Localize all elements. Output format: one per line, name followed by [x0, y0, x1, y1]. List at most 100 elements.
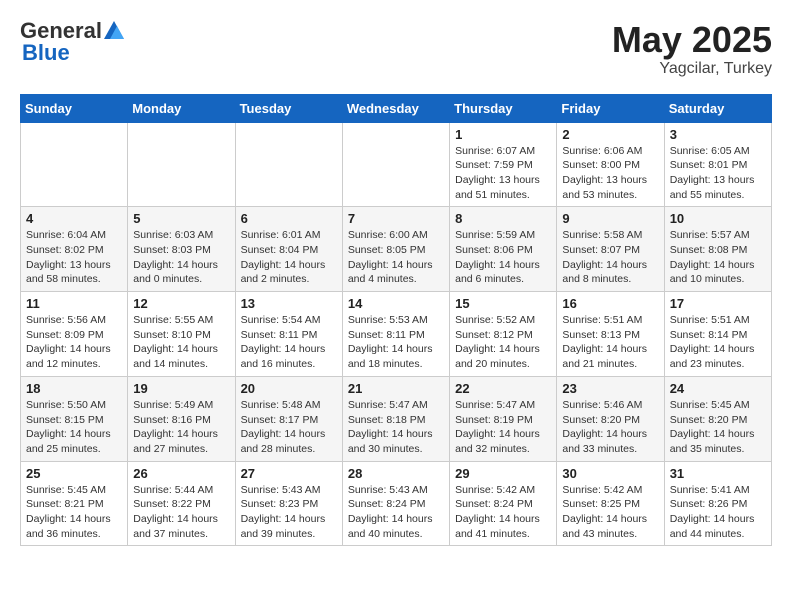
- day-info: Sunrise: 5:53 AM Sunset: 8:11 PM Dayligh…: [348, 313, 444, 372]
- day-info: Sunrise: 5:56 AM Sunset: 8:09 PM Dayligh…: [26, 313, 122, 372]
- week-row-2: 4Sunrise: 6:04 AM Sunset: 8:02 PM Daylig…: [21, 207, 772, 292]
- day-info: Sunrise: 6:01 AM Sunset: 8:04 PM Dayligh…: [241, 228, 337, 287]
- day-cell-16: 16Sunrise: 5:51 AM Sunset: 8:13 PM Dayli…: [557, 292, 664, 377]
- day-info: Sunrise: 5:47 AM Sunset: 8:19 PM Dayligh…: [455, 398, 551, 457]
- day-cell-10: 10 Sunrise: 5:57 AM Sunset: 8:08 PM Dayli…: [664, 207, 771, 292]
- weekday-wednesday: Wednesday: [342, 94, 449, 122]
- day-cell-23: 23 Sunrise: 5:46 AM Sunset: 8:20 PM Dayli…: [557, 376, 664, 461]
- day-cell-3: 3Sunrise: 6:05 AM Sunset: 8:01 PM Daylig…: [664, 122, 771, 207]
- day-info: Sunrise: 5:57 AM Sunset: 8:08 PM Dayligh…: [670, 228, 766, 287]
- day-cell-30: 30 Sunrise: 5:42 AM Sunset: 8:25 PM Dayli…: [557, 461, 664, 546]
- day-number: 5: [133, 211, 229, 226]
- day-info: Sunrise: 5:48 AM Sunset: 8:17 PM Dayligh…: [241, 398, 337, 457]
- day-number: 2: [562, 127, 658, 142]
- day-number: 14: [348, 296, 444, 311]
- day-cell-27: 27 Sunrise: 5:43 AM Sunset: 8:23 PM Dayli…: [235, 461, 342, 546]
- day-number: 13: [241, 296, 337, 311]
- week-row-4: 18 Sunrise: 5:50 AM Sunset: 8:15 PM Dayli…: [21, 376, 772, 461]
- day-info: Sunrise: 5:54 AM Sunset: 8:11 PM Dayligh…: [241, 313, 337, 372]
- day-number: 30: [562, 466, 658, 481]
- day-cell-20: 20 Sunrise: 5:48 AM Sunset: 8:17 PM Dayli…: [235, 376, 342, 461]
- empty-cell: [235, 122, 342, 207]
- logo-icon: [104, 21, 124, 39]
- week-row-5: 25 Sunrise: 5:45 AM Sunset: 8:21 PM Dayli…: [21, 461, 772, 546]
- day-cell-2: 2Sunrise: 6:06 AM Sunset: 8:00 PM Daylig…: [557, 122, 664, 207]
- day-number: 22: [455, 381, 551, 396]
- day-number: 10: [670, 211, 766, 226]
- day-info: Sunrise: 5:49 AM Sunset: 8:16 PM Dayligh…: [133, 398, 229, 457]
- day-cell-22: 22 Sunrise: 5:47 AM Sunset: 8:19 PM Dayli…: [450, 376, 557, 461]
- day-cell-24: 24 Sunrise: 5:45 AM Sunset: 8:20 PM Dayli…: [664, 376, 771, 461]
- day-number: 20: [241, 381, 337, 396]
- day-number: 16: [562, 296, 658, 311]
- weekday-sunday: Sunday: [21, 94, 128, 122]
- day-number: 26: [133, 466, 229, 481]
- day-cell-1: 1Sunrise: 6:07 AM Sunset: 7:59 PM Daylig…: [450, 122, 557, 207]
- day-info: Sunrise: 5:42 AM Sunset: 8:24 PM Dayligh…: [455, 483, 551, 542]
- day-info: Sunrise: 5:52 AM Sunset: 8:12 PM Dayligh…: [455, 313, 551, 372]
- day-info: Sunrise: 6:04 AM Sunset: 8:02 PM Dayligh…: [26, 228, 122, 287]
- day-cell-13: 13 Sunrise: 5:54 AM Sunset: 8:11 PM Dayli…: [235, 292, 342, 377]
- day-cell-8: 8 Sunrise: 5:59 AM Sunset: 8:06 PM Daylig…: [450, 207, 557, 292]
- day-cell-4: 4Sunrise: 6:04 AM Sunset: 8:02 PM Daylig…: [21, 207, 128, 292]
- day-number: 27: [241, 466, 337, 481]
- day-info: Sunrise: 5:42 AM Sunset: 8:25 PM Dayligh…: [562, 483, 658, 542]
- day-cell-11: 11Sunrise: 5:56 AM Sunset: 8:09 PM Dayli…: [21, 292, 128, 377]
- title-block: May 2025 Yagcilar, Turkey: [612, 20, 772, 78]
- day-number: 29: [455, 466, 551, 481]
- day-number: 15: [455, 296, 551, 311]
- day-cell-25: 25 Sunrise: 5:45 AM Sunset: 8:21 PM Dayli…: [21, 461, 128, 546]
- day-cell-28: 28Sunrise: 5:43 AM Sunset: 8:24 PM Dayli…: [342, 461, 449, 546]
- day-cell-12: 12Sunrise: 5:55 AM Sunset: 8:10 PM Dayli…: [128, 292, 235, 377]
- day-number: 6: [241, 211, 337, 226]
- day-info: Sunrise: 6:03 AM Sunset: 8:03 PM Dayligh…: [133, 228, 229, 287]
- logo-blue-text: Blue: [22, 40, 70, 65]
- page-header: General Blue May 2025 Yagcilar, Turkey: [20, 20, 772, 78]
- day-info: Sunrise: 5:51 AM Sunset: 8:14 PM Dayligh…: [670, 313, 766, 372]
- day-info: Sunrise: 5:45 AM Sunset: 8:21 PM Dayligh…: [26, 483, 122, 542]
- day-info: Sunrise: 6:00 AM Sunset: 8:05 PM Dayligh…: [348, 228, 444, 287]
- day-info: Sunrise: 5:46 AM Sunset: 8:20 PM Dayligh…: [562, 398, 658, 457]
- week-row-1: 1Sunrise: 6:07 AM Sunset: 7:59 PM Daylig…: [21, 122, 772, 207]
- empty-cell: [21, 122, 128, 207]
- calendar-table: SundayMondayTuesdayWednesdayThursdayFrid…: [20, 94, 772, 547]
- empty-cell: [342, 122, 449, 207]
- logo: General Blue: [20, 20, 124, 65]
- day-info: Sunrise: 5:43 AM Sunset: 8:23 PM Dayligh…: [241, 483, 337, 542]
- empty-cell: [128, 122, 235, 207]
- day-info: Sunrise: 5:58 AM Sunset: 8:07 PM Dayligh…: [562, 228, 658, 287]
- calendar-location: Yagcilar, Turkey: [612, 60, 772, 78]
- day-number: 23: [562, 381, 658, 396]
- day-cell-18: 18 Sunrise: 5:50 AM Sunset: 8:15 PM Dayli…: [21, 376, 128, 461]
- day-cell-6: 6 Sunrise: 6:01 AM Sunset: 8:04 PM Daylig…: [235, 207, 342, 292]
- day-number: 1: [455, 127, 551, 142]
- day-info: Sunrise: 5:50 AM Sunset: 8:15 PM Dayligh…: [26, 398, 122, 457]
- week-row-3: 11Sunrise: 5:56 AM Sunset: 8:09 PM Dayli…: [21, 292, 772, 377]
- day-cell-5: 5 Sunrise: 6:03 AM Sunset: 8:03 PM Daylig…: [128, 207, 235, 292]
- day-cell-26: 26 Sunrise: 5:44 AM Sunset: 8:22 PM Dayli…: [128, 461, 235, 546]
- day-number: 7: [348, 211, 444, 226]
- day-number: 17: [670, 296, 766, 311]
- weekday-tuesday: Tuesday: [235, 94, 342, 122]
- day-number: 24: [670, 381, 766, 396]
- day-info: Sunrise: 5:45 AM Sunset: 8:20 PM Dayligh…: [670, 398, 766, 457]
- day-info: Sunrise: 5:41 AM Sunset: 8:26 PM Dayligh…: [670, 483, 766, 542]
- day-cell-29: 29 Sunrise: 5:42 AM Sunset: 8:24 PM Dayli…: [450, 461, 557, 546]
- day-number: 9: [562, 211, 658, 226]
- day-number: 25: [26, 466, 122, 481]
- day-cell-9: 9 Sunrise: 5:58 AM Sunset: 8:07 PM Daylig…: [557, 207, 664, 292]
- day-number: 18: [26, 381, 122, 396]
- weekday-thursday: Thursday: [450, 94, 557, 122]
- day-info: Sunrise: 5:44 AM Sunset: 8:22 PM Dayligh…: [133, 483, 229, 542]
- weekday-friday: Friday: [557, 94, 664, 122]
- day-number: 8: [455, 211, 551, 226]
- day-info: Sunrise: 5:55 AM Sunset: 8:10 PM Dayligh…: [133, 313, 229, 372]
- weekday-saturday: Saturday: [664, 94, 771, 122]
- day-cell-21: 21Sunrise: 5:47 AM Sunset: 8:18 PM Dayli…: [342, 376, 449, 461]
- day-cell-31: 31Sunrise: 5:41 AM Sunset: 8:26 PM Dayli…: [664, 461, 771, 546]
- day-number: 3: [670, 127, 766, 142]
- day-info: Sunrise: 5:59 AM Sunset: 8:06 PM Dayligh…: [455, 228, 551, 287]
- day-info: Sunrise: 5:43 AM Sunset: 8:24 PM Dayligh…: [348, 483, 444, 542]
- weekday-monday: Monday: [128, 94, 235, 122]
- day-cell-19: 19Sunrise: 5:49 AM Sunset: 8:16 PM Dayli…: [128, 376, 235, 461]
